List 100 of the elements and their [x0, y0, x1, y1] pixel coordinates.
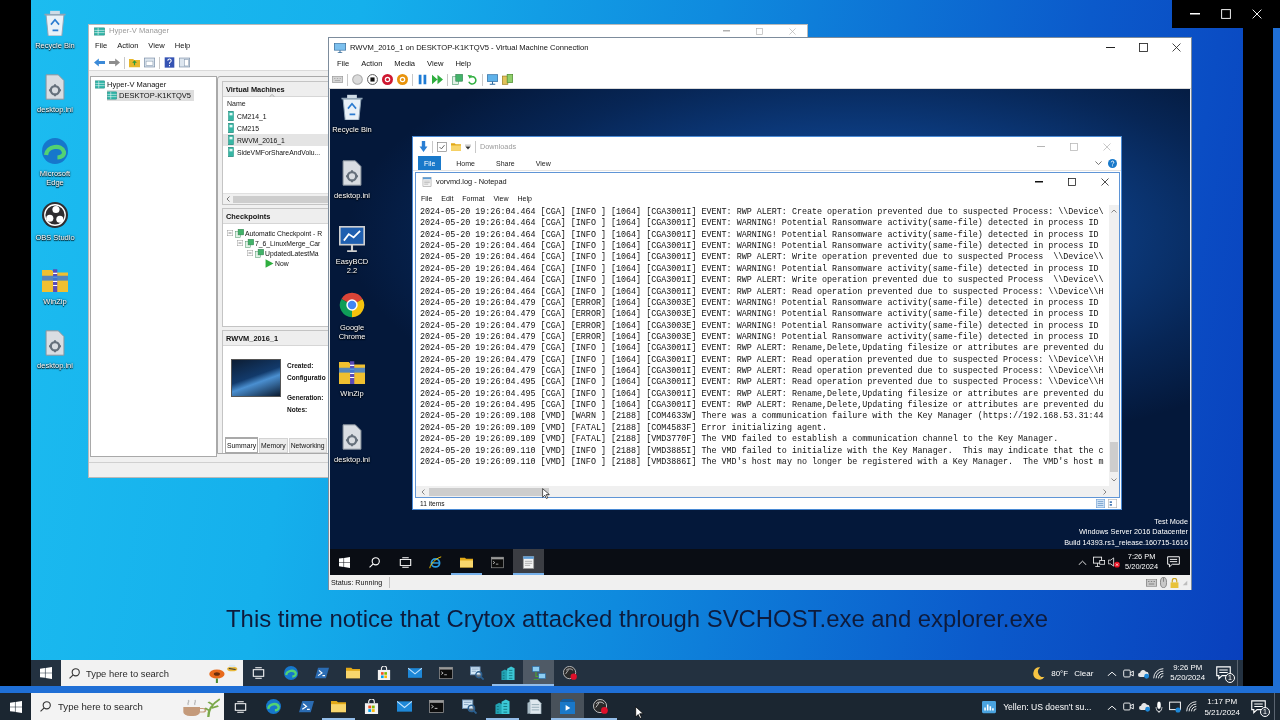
mouse-icon[interactable]: [1160, 577, 1167, 588]
browser-icon[interactable]: [265, 699, 281, 714]
keyboard-icon[interactable]: [1146, 578, 1157, 587]
scroll-left-icon[interactable]: [421, 488, 425, 495]
console-icon[interactable]: [438, 666, 453, 680]
panel-icon[interactable]: [179, 57, 190, 68]
notification-icon[interactable]: [1216, 666, 1231, 680]
vertical-scrollbar[interactable]: [1109, 205, 1119, 486]
resize-grip-icon[interactable]: [1182, 579, 1188, 586]
store-bag-icon[interactable]: [376, 666, 391, 680]
terminal-icon[interactable]: [298, 699, 314, 714]
browser-icon[interactable]: [283, 666, 298, 680]
notification-icon[interactable]: [1167, 556, 1180, 568]
folder-icon[interactable]: [460, 555, 473, 569]
clock-time[interactable]: 1:17 PM: [1207, 695, 1238, 707]
scroll-down-icon[interactable]: [1111, 478, 1117, 482]
terminal-icon[interactable]: [314, 666, 329, 680]
scroll-right-icon[interactable]: [1103, 488, 1107, 495]
search-icon[interactable]: [369, 556, 380, 568]
document-icon[interactable]: [527, 699, 543, 714]
network-monitor-icon[interactable]: [1093, 556, 1106, 568]
settings-file-icon[interactable]: [339, 424, 365, 450]
clock-date[interactable]: 5/21/2024: [1204, 706, 1240, 718]
caret-down-icon[interactable]: [465, 143, 471, 150]
settings-file-icon[interactable]: [339, 160, 365, 186]
ring-icon[interactable]: [382, 74, 393, 85]
chevron-up-icon[interactable]: [1107, 670, 1118, 676]
record-icon[interactable]: [592, 699, 608, 714]
chevron-down-icon[interactable]: [1095, 161, 1102, 165]
tiles-view-icon[interactable]: [1108, 498, 1117, 508]
fast-forward-icon[interactable]: [432, 74, 443, 85]
monitor-icon[interactable]: [1169, 700, 1182, 713]
start-icon[interactable]: [40, 667, 52, 679]
camera-icon[interactable]: [1123, 701, 1135, 712]
folder-up-icon[interactable]: [129, 57, 140, 68]
back-arrow-icon[interactable]: [94, 58, 105, 67]
scrollbar-thumb[interactable]: [429, 487, 549, 496]
start-icon[interactable]: [339, 556, 350, 568]
download-arrow-icon[interactable]: [419, 141, 428, 152]
camera-icon[interactable]: [1123, 667, 1135, 679]
horizontal-scrollbar[interactable]: [223, 193, 329, 204]
task-view-icon[interactable]: [398, 556, 412, 568]
video-icon[interactable]: [560, 699, 576, 714]
stacked-pages-icon[interactable]: [452, 74, 463, 85]
taskbar-button[interactable]: [513, 549, 544, 575]
maximize-icon[interactable]: [1139, 43, 1148, 52]
store-bag-icon[interactable]: [363, 699, 379, 714]
news-headline[interactable]: Yellen: US doesn't su...: [1003, 701, 1092, 712]
microphone-icon[interactable]: [1155, 700, 1164, 713]
cloud-icon[interactable]: [1138, 667, 1150, 679]
temperature-text[interactable]: 80°F: [1051, 668, 1069, 678]
help-icon[interactable]: [164, 57, 175, 68]
mail-icon[interactable]: [396, 699, 412, 714]
minimize-icon[interactable]: [1106, 46, 1115, 49]
task-view-icon[interactable]: [233, 700, 247, 713]
help-icon[interactable]: [1108, 158, 1117, 168]
scrollbar-thumb[interactable]: [233, 195, 329, 203]
scrollbar-thumb[interactable]: [1110, 442, 1118, 472]
notification-icon[interactable]: [1251, 699, 1266, 714]
wifi-icon[interactable]: [1153, 667, 1165, 679]
maximize-icon[interactable]: [1067, 178, 1076, 186]
close-icon[interactable]: [1100, 178, 1109, 186]
networked-computers-icon[interactable]: [531, 666, 546, 680]
folder-icon[interactable]: [331, 699, 347, 714]
search-box[interactable]: Type here to search: [61, 660, 243, 686]
start-icon[interactable]: [9, 700, 22, 713]
task-view-icon[interactable]: [251, 667, 265, 679]
computer-icon[interactable]: [339, 226, 365, 252]
undo-icon[interactable]: [467, 74, 478, 85]
weather-text[interactable]: Clear: [1074, 668, 1094, 678]
chevron-up-icon[interactable]: [1107, 703, 1118, 710]
checkbox-icon[interactable]: [437, 141, 447, 152]
bar-chart-icon[interactable]: [982, 699, 997, 714]
archive-folder-icon[interactable]: [339, 358, 365, 384]
recycle-bin-icon[interactable]: [339, 94, 365, 120]
stop-icon[interactable]: [367, 74, 378, 85]
folder-icon[interactable]: [345, 666, 360, 680]
monitor-magnifier-icon[interactable]: [461, 699, 477, 714]
pause-icon[interactable]: [417, 74, 428, 85]
scroll-up-icon[interactable]: [1111, 209, 1117, 213]
record-icon[interactable]: [562, 666, 577, 680]
buildings-icon[interactable]: [500, 666, 515, 680]
search-input[interactable]: Type here to search: [58, 701, 173, 712]
muted-speaker-icon[interactable]: [1108, 556, 1121, 568]
close-icon[interactable]: [1172, 43, 1181, 52]
forward-arrow-icon[interactable]: [109, 58, 120, 67]
scroll-left-icon[interactable]: [226, 196, 230, 202]
chevron-up-icon[interactable]: [1078, 559, 1088, 565]
app-logo-icon[interactable]: [42, 202, 68, 228]
notepad-icon[interactable]: [522, 555, 535, 569]
minimize-icon[interactable]: [1034, 181, 1043, 183]
search-input[interactable]: Type here to search: [86, 667, 199, 679]
cloud-icon[interactable]: [1139, 701, 1151, 712]
mail-icon[interactable]: [407, 666, 422, 680]
buildings-icon[interactable]: [494, 699, 510, 714]
monitor-magnifier-icon[interactable]: [469, 666, 484, 680]
search-box[interactable]: Type here to search: [31, 693, 224, 720]
wifi-icon[interactable]: [1186, 701, 1198, 712]
overlapping-pages-icon[interactable]: [502, 74, 513, 85]
browser-icon[interactable]: [339, 292, 365, 318]
